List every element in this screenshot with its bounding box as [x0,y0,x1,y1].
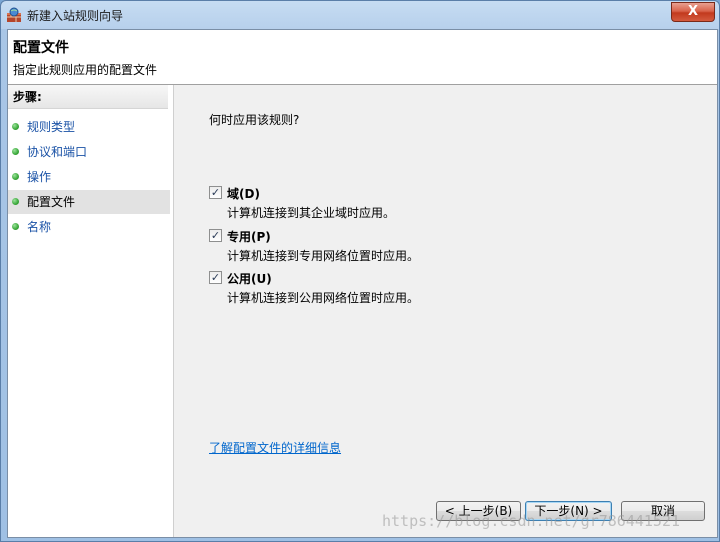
option-private[interactable]: ✓ 专用(P) 计算机连接到专用网络位置时应用。 [209,228,609,268]
wizard-body: 配置文件 指定此规则应用的配置文件 步骤: 规则类型 协议和端口 操作 配置文件 [7,29,718,538]
step-dot-icon [12,223,19,230]
option-label[interactable]: 域(D) [227,185,260,202]
step-profile[interactable]: 配置文件 [8,190,170,214]
window-frame: 新建入站规则向导 X 配置文件 指定此规则应用的配置文件 步骤: 规则类型 协议… [0,0,720,542]
step-label: 配置文件 [27,195,76,209]
step-action[interactable]: 操作 [8,165,170,189]
private-checkbox[interactable]: ✓ [209,229,222,242]
option-label[interactable]: 专用(P) [227,228,271,245]
option-public[interactable]: ✓ 公用(U) 计算机连接到公用网络位置时应用。 [209,270,609,310]
wizard-header: 配置文件 指定此规则应用的配置文件 [8,30,717,85]
option-domain[interactable]: ✓ 域(D) 计算机连接到其企业域时应用。 [209,185,609,225]
learn-more-link[interactable]: 了解配置文件的详细信息 [209,439,341,456]
step-label: 规则类型 [27,120,76,134]
step-label: 协议和端口 [27,145,88,159]
option-description: 计算机连接到其企业域时应用。 [227,206,396,220]
steps-sidebar: 步骤: 规则类型 协议和端口 操作 配置文件 名称 [8,85,174,537]
public-checkbox[interactable]: ✓ [209,271,222,284]
option-description: 计算机连接到专用网络位置时应用。 [227,249,420,263]
step-dot-icon [12,198,19,205]
step-rule-type[interactable]: 规则类型 [8,115,170,139]
question-text: 何时应用该规则? [209,113,300,127]
step-dot-icon [12,173,19,180]
option-description: 计算机连接到公用网络位置时应用。 [227,291,420,305]
page-title: 配置文件 [13,40,69,56]
close-button[interactable]: X [671,2,715,22]
domain-checkbox[interactable]: ✓ [209,186,222,199]
page-subtitle: 指定此规则应用的配置文件 [13,63,158,77]
window-title: 新建入站规则向导 [27,9,124,23]
watermark-text: https://blog.csdn.net/gr786441521 [382,512,681,530]
steps-heading: 步骤: [8,85,168,109]
step-label: 操作 [27,170,52,184]
firewall-icon [7,7,21,22]
step-name[interactable]: 名称 [8,215,170,239]
main-panel: 何时应用该规则? ✓ 域(D) 计算机连接到其企业域时应用。 ✓ 专用(P) 计… [174,85,717,537]
step-protocol-ports[interactable]: 协议和端口 [8,140,170,164]
close-icon: X [687,4,699,19]
title-bar[interactable]: 新建入站规则向导 X [1,1,719,29]
step-dot-icon [12,148,19,155]
step-dot-icon [12,123,19,130]
option-label[interactable]: 公用(U) [227,270,272,287]
step-label: 名称 [27,220,52,234]
